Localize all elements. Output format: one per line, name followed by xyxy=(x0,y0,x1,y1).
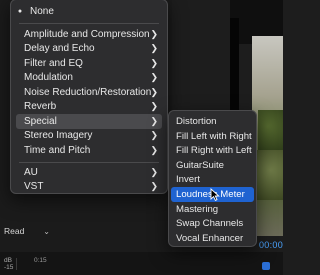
menu-item-label: Filter and EQ xyxy=(24,58,83,69)
chevron-right-icon: ❯ xyxy=(150,58,158,68)
submenu-item-distortion[interactable]: Distortion xyxy=(171,114,254,129)
menu-item-au[interactable]: AU ❯ xyxy=(16,165,162,180)
menu-item-label: Reverb xyxy=(24,101,57,112)
menu-item-delay-and-echo[interactable]: Delay and Echo ❯ xyxy=(16,41,162,56)
special-submenu: Distortion Fill Left with Right Fill Rig… xyxy=(168,110,257,247)
automation-mode-select[interactable]: Read ⌄ xyxy=(1,224,53,238)
submenu-item-mastering[interactable]: Mastering xyxy=(171,202,254,217)
submenu-item-swap-channels[interactable]: Swap Channels xyxy=(171,216,254,231)
menu-separator xyxy=(19,23,159,24)
menu-item-label: VST xyxy=(24,181,44,192)
chevron-right-icon: ❯ xyxy=(150,43,158,53)
menu-item-filter-and-eq[interactable]: Filter and EQ ❯ xyxy=(16,56,162,71)
menu-separator xyxy=(19,162,159,163)
submenu-item-vocal-enhancer[interactable]: Vocal Enhancer xyxy=(171,231,254,246)
menu-item-vst[interactable]: VST ❯ xyxy=(16,179,162,194)
menu-item-time-and-pitch[interactable]: Time and Pitch ❯ xyxy=(16,143,162,158)
submenu-item-invert[interactable]: Invert xyxy=(171,172,254,187)
menu-item-none[interactable]: ● None xyxy=(16,4,162,19)
menu-item-label: Noise Reduction/Restoration xyxy=(24,87,152,98)
level-meter xyxy=(16,258,31,270)
chevron-right-icon: ❯ xyxy=(150,181,158,191)
menu-item-label: Delay and Echo xyxy=(24,43,95,54)
chevron-right-icon: ❯ xyxy=(150,145,158,155)
submenu-item-fill-left-with-right[interactable]: Fill Left with Right xyxy=(171,129,254,144)
menu-item-reverb[interactable]: Reverb ❯ xyxy=(16,99,162,114)
menu-item-special[interactable]: Special ❯ xyxy=(16,114,162,129)
submenu-item-guitarsuite[interactable]: GuitarSuite xyxy=(171,158,254,173)
chevron-right-icon: ❯ xyxy=(150,29,158,39)
menu-item-noise-reduction-restoration[interactable]: Noise Reduction/Restoration ❯ xyxy=(16,85,162,100)
effects-menu: ● None Amplitude and Compression ❯ Delay… xyxy=(10,0,168,194)
chevron-right-icon: ❯ xyxy=(150,72,158,82)
chevron-right-icon: ❯ xyxy=(150,87,158,97)
menu-item-label: None xyxy=(30,6,54,17)
chevron-right-icon: ❯ xyxy=(150,101,158,111)
menu-item-label: Time and Pitch xyxy=(24,145,91,156)
menu-item-label: Special xyxy=(24,116,57,127)
playhead-marker[interactable] xyxy=(262,262,270,270)
chevron-down-icon: ⌄ xyxy=(43,226,50,236)
submenu-item-fill-right-with-left[interactable]: Fill Right with Left xyxy=(171,143,254,158)
mouse-pointer-icon xyxy=(210,188,220,201)
menu-item-stereo-imagery[interactable]: Stereo Imagery ❯ xyxy=(16,128,162,143)
menu-item-modulation[interactable]: Modulation ❯ xyxy=(16,70,162,85)
menu-item-label: Modulation xyxy=(24,72,73,83)
video-foliage xyxy=(258,110,283,150)
db-label: dB -15 xyxy=(4,257,14,271)
meter-readout: 0:15 xyxy=(34,257,47,264)
chevron-right-icon: ❯ xyxy=(150,167,158,177)
bullet-icon: ● xyxy=(17,8,23,15)
automation-mode-value: Read xyxy=(4,226,25,236)
menu-item-amplitude-and-compression[interactable]: Amplitude and Compression ❯ xyxy=(16,27,162,42)
chevron-right-icon: ❯ xyxy=(150,130,158,140)
menu-item-label: AU xyxy=(24,167,38,178)
menu-item-label: Stereo Imagery xyxy=(24,130,93,141)
chevron-right-icon: ❯ xyxy=(150,116,158,126)
menu-item-label: Amplitude and Compression xyxy=(24,29,150,40)
timecode-display: 00:00 xyxy=(259,240,284,250)
